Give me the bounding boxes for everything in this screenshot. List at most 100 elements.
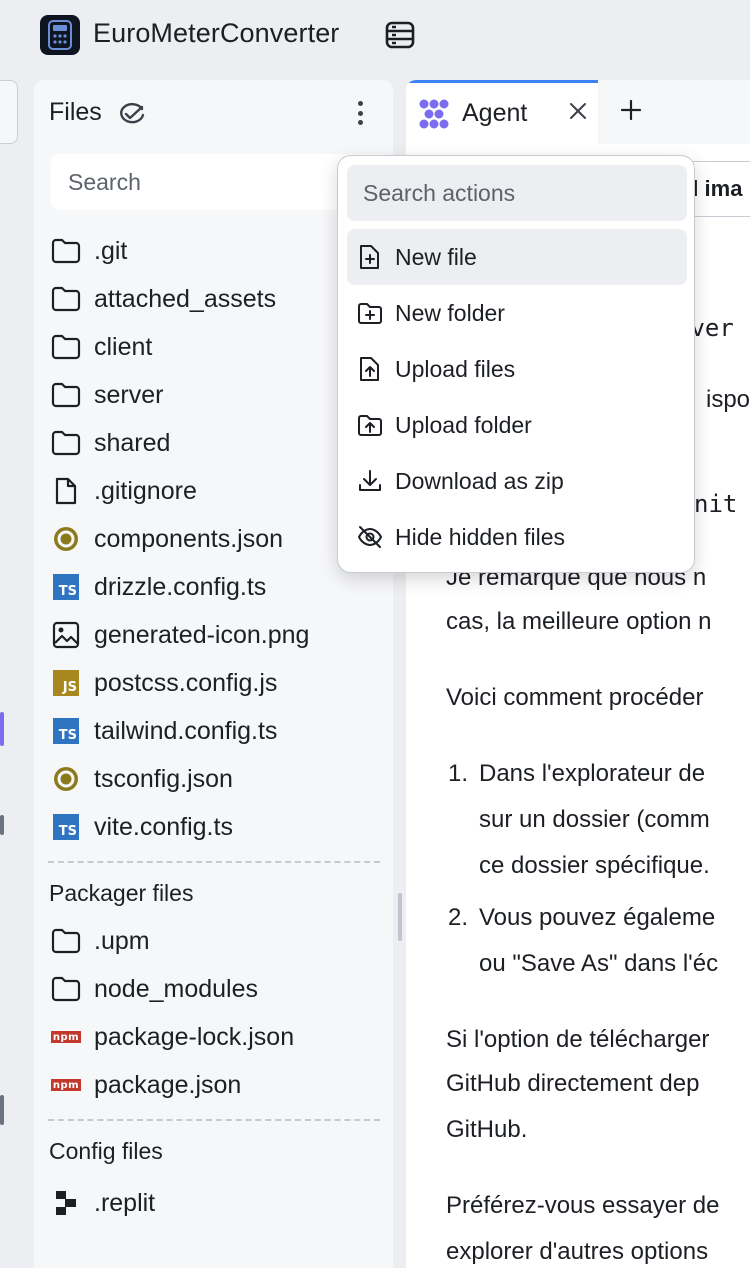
list-item: sur un dossier (comm (479, 806, 710, 833)
message-line: explorer d'autres options (446, 1238, 709, 1265)
menu-item-new-folder[interactable]: New folder (347, 285, 687, 341)
file-tree-item[interactable]: node_modules (34, 965, 393, 1013)
folder-upload-icon (357, 412, 383, 438)
menu-item-upload-folder[interactable]: Upload folder (347, 397, 687, 453)
menu-item-label: Upload folder (395, 411, 532, 438)
list-number: 2. (448, 904, 469, 931)
menu-item-label: New folder (395, 299, 505, 326)
file-plus-icon (357, 244, 383, 270)
file-tree-item-label: tsconfig.json (94, 764, 233, 793)
folder-icon (50, 427, 82, 459)
file-tree-item-label: server (94, 380, 164, 409)
file-tree-item-label: .replit (94, 1188, 156, 1217)
file-tree-item-label: .upm (94, 926, 150, 955)
typescript-icon: TS (50, 571, 82, 603)
panel-resize-handle[interactable] (398, 893, 402, 941)
json-icon (50, 763, 82, 795)
tab-agent-label: Agent (462, 99, 528, 127)
message-line: Préférez-vous essayer de (446, 1192, 720, 1219)
message-line: Si l'option de télécharger (446, 1026, 710, 1053)
sync-check-icon (116, 100, 148, 128)
app-title[interactable]: EuroMeterConverter (93, 18, 339, 49)
message-fragment: ispor (706, 386, 750, 413)
message-line: GitHub directement dep (446, 1070, 700, 1097)
section-divider (48, 1119, 380, 1121)
file-tree-item-label: package-lock.json (94, 1022, 295, 1051)
file-tree-item[interactable]: npm package-lock.json (34, 1013, 393, 1061)
file-tree-item-label: postcss.config.js (94, 668, 278, 697)
replit-icon (50, 1187, 82, 1219)
files-title: Files (49, 98, 102, 126)
file-tree-item[interactable]: .replit (34, 1179, 393, 1227)
message-line: Voici comment procéder (446, 684, 704, 711)
file-tree-item-label: drizzle.config.ts (94, 572, 267, 601)
files-actions-menu: Search actions New file New folder Upload … (337, 155, 695, 573)
menu-item-upload-files[interactable]: Upload files (347, 341, 687, 397)
list-item: Dans l'explorateur de (479, 760, 706, 787)
menu-search-input[interactable]: Search actions (347, 165, 687, 221)
menu-item-label: Download as zip (395, 467, 564, 494)
rail-marker (0, 815, 4, 835)
file-tree-item-label: .gitignore (94, 476, 197, 505)
file-tree-item[interactable]: TS drizzle.config.ts (34, 563, 393, 611)
folder-icon (50, 283, 82, 315)
file-tree-item-label: shared (94, 428, 171, 457)
file-tree-item-label: attached_assets (94, 284, 277, 313)
file-tree-item-label: .git (94, 236, 128, 265)
file-tree-item[interactable]: tsconfig.json (34, 755, 393, 803)
section-divider (48, 861, 380, 863)
folder-plus-icon (357, 300, 383, 326)
file-tree-item-label: package.json (94, 1070, 242, 1099)
file-tree-item[interactable]: TS vite.config.ts (34, 803, 393, 851)
list-item: ou "Save As" dans l'éc (479, 950, 719, 977)
file-tree-item[interactable]: TS tailwind.config.ts (34, 707, 393, 755)
file-tree-item-label: node_modules (94, 974, 259, 1003)
file-icon (50, 475, 82, 507)
typescript-icon: TS (50, 715, 82, 747)
download-icon (357, 468, 383, 494)
file-tree-item-label: generated-icon.png (94, 620, 310, 649)
menu-item-download-as-zip[interactable]: Download as zip (347, 453, 687, 509)
folder-icon (50, 925, 82, 957)
eye-off-icon (357, 524, 383, 550)
rail-active-marker (0, 712, 4, 746)
list-item: ce dossier spécifique. (479, 852, 710, 879)
file-tree-item[interactable]: .upm (34, 917, 393, 965)
file-tree-item[interactable]: npm package.json (34, 1061, 393, 1109)
config-files-title[interactable]: Config files (34, 1131, 393, 1171)
message-line: cas, la meilleure option n (446, 608, 712, 635)
tab-bar: Agent (406, 80, 750, 144)
files-menu-kebab-icon[interactable] (350, 98, 370, 128)
npm-icon: npm (51, 1031, 81, 1043)
typescript-icon: TS (50, 811, 82, 843)
close-icon[interactable] (568, 101, 588, 121)
file-tree-item-label: tailwind.config.ts (94, 716, 278, 745)
file-tree-item[interactable]: generated-icon.png (34, 611, 393, 659)
javascript-icon: JS (50, 667, 82, 699)
message-line: GitHub. (446, 1116, 528, 1143)
packager-files-title[interactable]: Packager files (34, 873, 393, 913)
menu-item-label: Upload files (395, 355, 516, 382)
code-fragment: nit (694, 490, 738, 518)
left-rail-toggle[interactable] (0, 80, 18, 144)
json-icon (50, 523, 82, 555)
tab-agent[interactable]: Agent (406, 80, 598, 144)
npm-icon: npm (51, 1079, 81, 1091)
folder-icon (50, 331, 82, 363)
rail-marker-bottom (0, 1095, 4, 1125)
file-upload-icon (357, 356, 383, 382)
server-layout-icon[interactable] (384, 19, 416, 51)
file-tree-item-label: client (94, 332, 153, 361)
file-tree-item[interactable]: JS postcss.config.js (34, 659, 393, 707)
add-tab-icon[interactable] (619, 98, 643, 122)
list-item: Vous pouvez égaleme (479, 904, 716, 931)
agent-icon (418, 98, 450, 130)
folder-icon (50, 235, 82, 267)
menu-item-hide-hidden-files[interactable]: Hide hidden files (347, 509, 687, 565)
file-tree-item-label: vite.config.ts (94, 812, 233, 841)
folder-icon (50, 379, 82, 411)
title-bar: EuroMeterConverter (0, 0, 750, 70)
folder-icon (50, 973, 82, 1005)
menu-item-new-file[interactable]: New file (347, 229, 687, 285)
app-logo-icon[interactable] (40, 15, 80, 55)
